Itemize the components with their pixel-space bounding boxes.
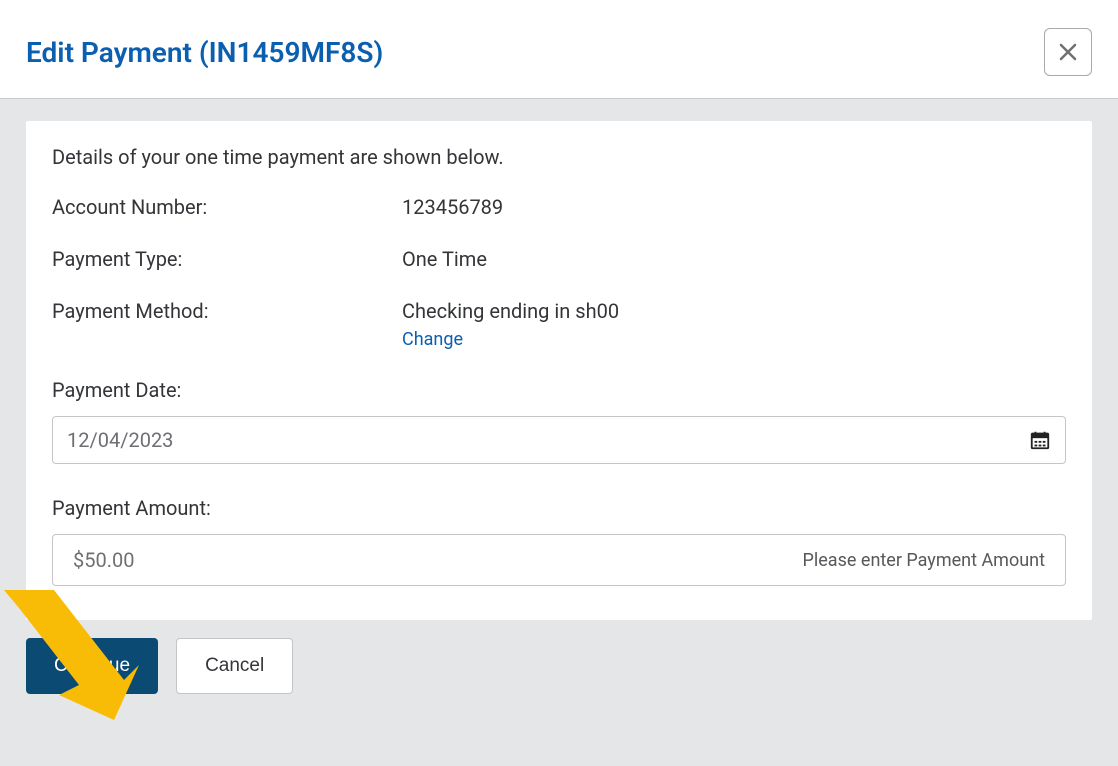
payment-date-group: Payment Date: — [52, 378, 1066, 464]
modal-title: Edit Payment (IN1459MF8S) — [26, 36, 383, 69]
account-number-value: 123456789 — [402, 195, 1066, 219]
payment-amount-value: $50.00 — [73, 548, 134, 572]
account-number-label: Account Number: — [52, 195, 402, 219]
payment-details-card: Details of your one time payment are sho… — [26, 121, 1092, 620]
payment-type-row: Payment Type: One Time — [52, 247, 1066, 271]
payment-type-value: One Time — [402, 247, 1066, 271]
modal-footer: Continue Cancel — [0, 638, 1118, 720]
intro-text: Details of your one time payment are sho… — [52, 145, 1066, 169]
payment-amount-label: Payment Amount: — [52, 496, 1066, 520]
close-icon — [1056, 40, 1080, 64]
payment-amount-hint: Please enter Payment Amount — [803, 550, 1045, 571]
account-number-row: Account Number: 123456789 — [52, 195, 1066, 219]
payment-method-value: Checking ending in sh00 — [402, 299, 1066, 323]
payment-amount-field-wrap[interactable]: $50.00 Please enter Payment Amount — [52, 534, 1066, 586]
modal-body: Details of your one time payment are sho… — [0, 99, 1118, 638]
change-payment-method-link[interactable]: Change — [402, 329, 463, 350]
modal-header: Edit Payment (IN1459MF8S) — [0, 0, 1118, 99]
payment-type-label: Payment Type: — [52, 247, 402, 271]
payment-date-field-wrap[interactable] — [52, 416, 1066, 464]
payment-method-label: Payment Method: — [52, 299, 402, 323]
payment-method-row: Payment Method: Checking ending in sh00 … — [52, 299, 1066, 350]
payment-date-label: Payment Date: — [52, 378, 1066, 402]
close-button[interactable] — [1044, 28, 1092, 76]
continue-button[interactable]: Continue — [26, 638, 158, 694]
payment-amount-group: Payment Amount: $50.00 Please enter Paym… — [52, 496, 1066, 586]
calendar-icon — [1029, 429, 1051, 451]
cancel-button[interactable]: Cancel — [176, 638, 293, 694]
payment-date-input[interactable] — [67, 428, 1029, 452]
